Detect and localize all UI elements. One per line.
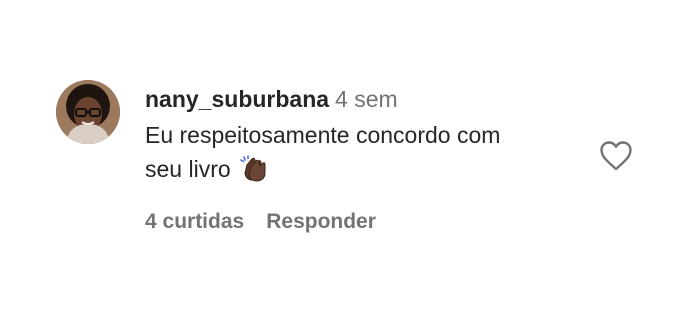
like-button[interactable]: [599, 140, 633, 172]
username[interactable]: nany_suburbana: [145, 86, 329, 112]
comment-body: nany_suburbana 4 sem Eu respeitosamente c…: [145, 84, 595, 192]
comment-text-line1: Eu respeitosamente concordo com: [145, 122, 501, 148]
comment-actions: 4 curtidas Responder: [145, 210, 376, 234]
timestamp[interactable]: 4 sem: [335, 86, 398, 112]
reply-button[interactable]: Responder: [266, 210, 376, 234]
comment-text-line2: seu livro: [145, 156, 231, 182]
comment: nany_suburbana 4 sem Eu respeitosamente c…: [0, 0, 688, 318]
avatar-image: [56, 80, 120, 144]
comment-header: nany_suburbana 4 sem: [145, 84, 595, 114]
clapping-hands-icon: [239, 155, 269, 192]
heart-icon: [600, 141, 632, 171]
avatar[interactable]: [56, 80, 120, 144]
comment-text: Eu respeitosamente concordo com seu livr…: [145, 118, 595, 192]
likes-count-button[interactable]: 4 curtidas: [145, 210, 244, 234]
